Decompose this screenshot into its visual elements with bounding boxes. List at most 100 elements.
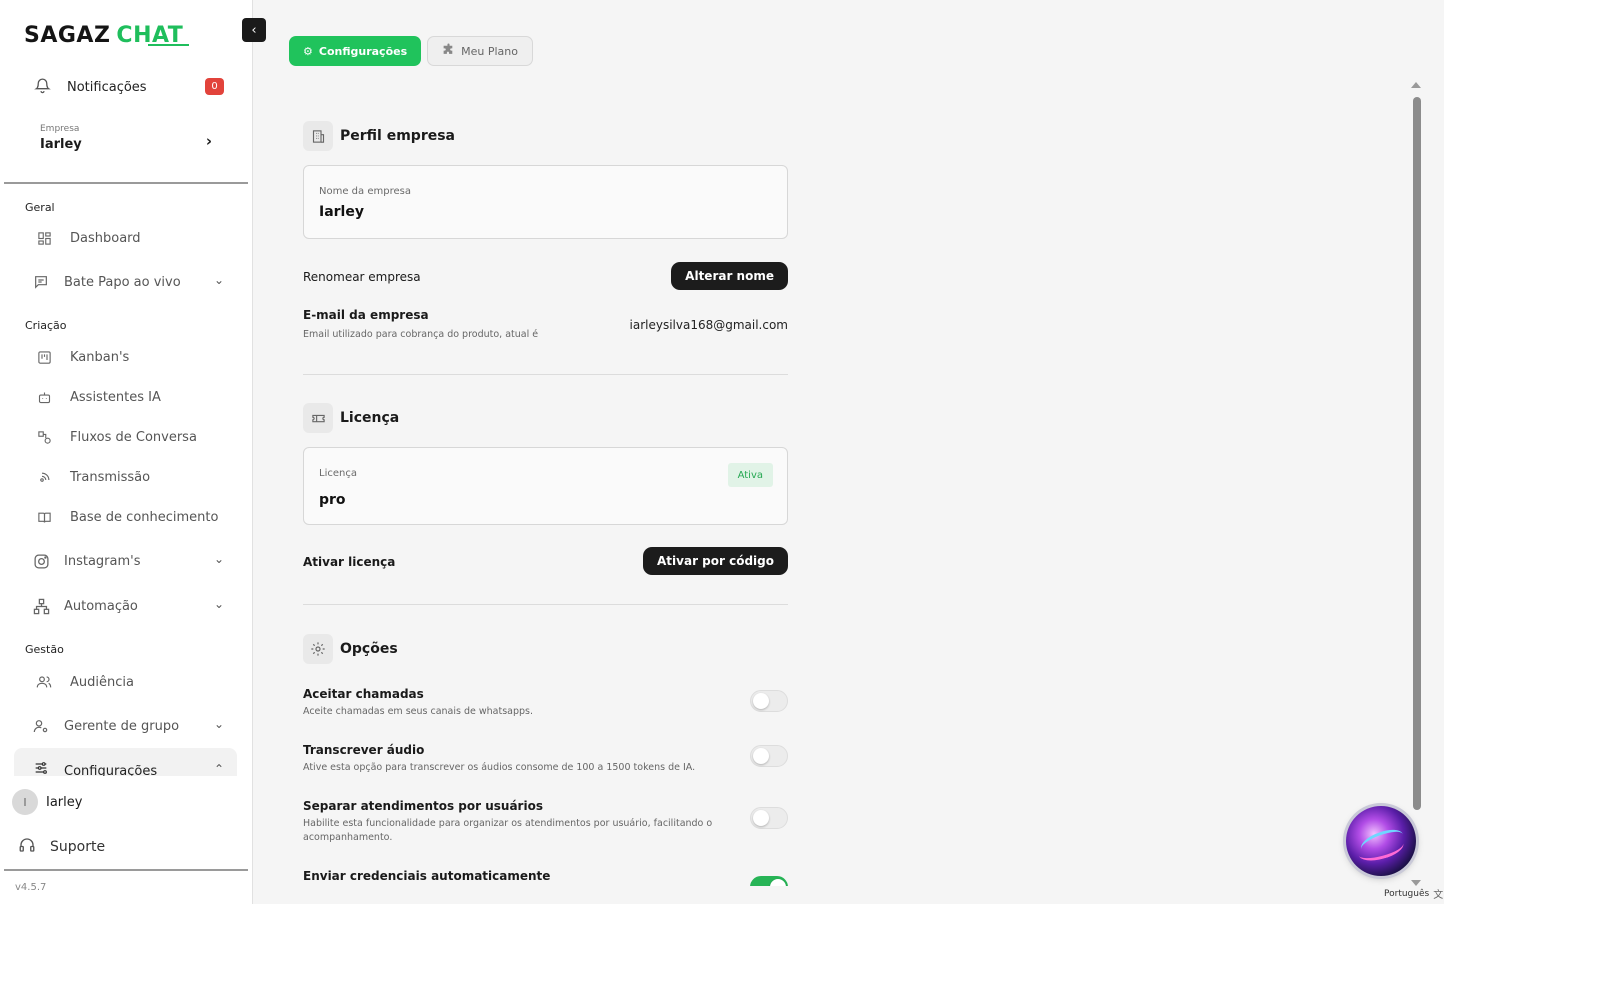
sidebar-item-bate-papo[interactable]: Bate Papo ao vivo ⌄ <box>32 271 224 293</box>
section-title: Opções <box>340 641 398 657</box>
sidebar-divider <box>4 182 248 184</box>
logo-text-chat: CHAT <box>116 22 190 48</box>
sidebar-item-automacao[interactable]: Automação ⌄ <box>32 595 224 617</box>
ai-assistant-orb-button[interactable] <box>1346 806 1416 876</box>
sidebar-item-dashboard[interactable]: Dashboard <box>35 227 141 249</box>
sliders-icon <box>32 760 50 776</box>
support-label: Suporte <box>50 839 106 855</box>
section-title-geral: Geral <box>25 201 55 214</box>
chevron-down-icon: ⌄ <box>213 552 224 566</box>
sidebar-item-audiencia[interactable]: Audiência <box>35 671 134 693</box>
sidebar-item-assistentes[interactable]: Assistentes IA <box>35 386 161 408</box>
section-title-gestao: Gestão <box>25 643 64 656</box>
tab-bar: ⚙ Configurações Meu Plano <box>289 36 533 66</box>
section-header-perfil: Perfil empresa <box>303 121 455 151</box>
collapse-sidebar-button[interactable]: ‹ <box>242 18 266 42</box>
option-label: Separar atendimentos por usuários <box>303 799 543 813</box>
sidebar-item-fluxos[interactable]: Fluxos de Conversa <box>35 426 197 448</box>
language-selector[interactable]: Português 文 <box>1384 886 1443 902</box>
section-divider <box>303 374 788 375</box>
chevron-left-icon: ‹ <box>251 22 257 38</box>
option-description: Ative esta opção para transcrever os áud… <box>303 762 696 773</box>
notifications-item[interactable]: Notificações 0 <box>34 76 224 98</box>
field-caption: Licença <box>319 468 357 479</box>
headset-icon <box>18 836 36 858</box>
option-label: Aceitar chamadas <box>303 687 424 701</box>
language-label: Português <box>1384 888 1430 899</box>
field-value: pro <box>319 492 346 508</box>
sidebar-item-base-conhecimento[interactable]: Base de conhecimento <box>35 506 218 528</box>
sidebar-divider <box>4 869 248 871</box>
accept-calls-toggle[interactable] <box>750 690 788 712</box>
logo: SAGAZ CHAT <box>24 20 190 50</box>
building-icon <box>303 121 333 151</box>
sidebar-item-transmissao[interactable]: Transmissão <box>35 466 150 488</box>
send-credentials-toggle[interactable] <box>750 876 788 886</box>
sidebar-item-label: Kanban's <box>70 349 130 365</box>
sidebar-item-label: Fluxos de Conversa <box>70 429 197 445</box>
chevron-down-icon: ⌄ <box>213 273 224 287</box>
automation-icon <box>32 597 50 615</box>
main-content: ⚙ Configurações Meu Plano Perfil empresa… <box>253 0 1444 904</box>
sidebar-item-gerente-grupo[interactable]: Gerente de grupo ⌄ <box>32 715 224 737</box>
section-title-criacao: Criação <box>25 319 67 332</box>
chevron-down-icon: ⌄ <box>213 597 224 611</box>
tab-label: Meu Plano <box>461 44 518 58</box>
company-name-field[interactable]: Nome da empresa Iarley <box>303 165 788 239</box>
users-icon <box>35 673 53 691</box>
rename-button[interactable]: Alterar nome <box>671 262 788 290</box>
sidebar-item-label: Gerente de grupo <box>64 718 180 734</box>
notifications-label: Notificações <box>67 79 147 95</box>
user-name: Iarley <box>46 794 83 810</box>
activate-by-code-button[interactable]: Ativar por código <box>643 547 788 575</box>
email-description: Email utilizado para cobrança do produto… <box>303 329 539 340</box>
kanban-icon <box>35 348 53 366</box>
section-header-licenca: Licença <box>303 403 399 433</box>
option-description: Aceite chamadas em seus canais de whatsa… <box>303 706 534 717</box>
email-label: E-mail da empresa <box>303 308 429 322</box>
scroll-up-arrow[interactable] <box>1411 82 1421 88</box>
app-version: v4.5.7 <box>15 882 47 893</box>
field-value: Iarley <box>319 204 364 220</box>
sidebar-item-label: Assistentes IA <box>70 389 161 405</box>
puzzle-icon <box>442 43 455 59</box>
sidebar-item-label: Instagram's <box>64 553 141 569</box>
transcribe-audio-toggle[interactable] <box>750 745 788 767</box>
company-name: Iarley <box>40 137 82 152</box>
sidebar-item-configuracoes[interactable]: Configurações ⌃ <box>32 760 224 776</box>
sidebar-item-kanbans[interactable]: Kanban's <box>35 346 129 368</box>
book-icon <box>35 508 53 526</box>
tab-label: Configurações <box>318 44 408 58</box>
sidebar-item-label: Transmissão <box>70 469 151 485</box>
broadcast-icon <box>35 468 53 486</box>
tab-configuracoes[interactable]: ⚙ Configurações <box>289 36 422 66</box>
sidebar: SAGAZ CHAT Notificações 0 Empresa Iarley… <box>0 0 253 904</box>
company-selector[interactable]: Empresa Iarley › <box>40 124 212 164</box>
support-link[interactable]: Suporte <box>18 836 105 858</box>
notifications-count-badge: 0 <box>205 78 224 95</box>
option-label: Enviar credenciais automaticamente <box>303 869 551 883</box>
chevron-down-icon: ⌄ <box>213 717 224 731</box>
chevron-right-icon: › <box>205 132 212 150</box>
scrollbar-thumb[interactable] <box>1413 97 1421 810</box>
sidebar-item-label: Automação <box>64 598 138 614</box>
status-badge: Ativa <box>727 463 773 487</box>
grid-icon <box>35 229 53 247</box>
sidebar-item-instagram[interactable]: Instagram's ⌄ <box>32 550 224 572</box>
sidebar-item-label: Dashboard <box>70 230 141 246</box>
tab-meu-plano[interactable]: Meu Plano <box>427 36 533 66</box>
company-caption: Empresa <box>40 124 80 134</box>
field-caption: Nome da empresa <box>319 186 411 197</box>
email-value: iarleysilva168@gmail.com <box>629 318 789 332</box>
instagram-icon <box>32 552 50 570</box>
separate-by-user-toggle[interactable] <box>750 807 788 829</box>
ticket-icon <box>303 403 333 433</box>
section-title: Licença <box>340 410 400 426</box>
robot-icon <box>35 388 53 406</box>
activate-license-label: Ativar licença <box>303 555 396 569</box>
section-divider <box>303 604 788 605</box>
sidebar-item-label: Bate Papo ao vivo <box>64 274 181 290</box>
section-header-opcoes: Opções <box>303 634 398 664</box>
option-label: Transcrever áudio <box>303 743 425 757</box>
user-profile[interactable]: I Iarley <box>12 789 82 815</box>
